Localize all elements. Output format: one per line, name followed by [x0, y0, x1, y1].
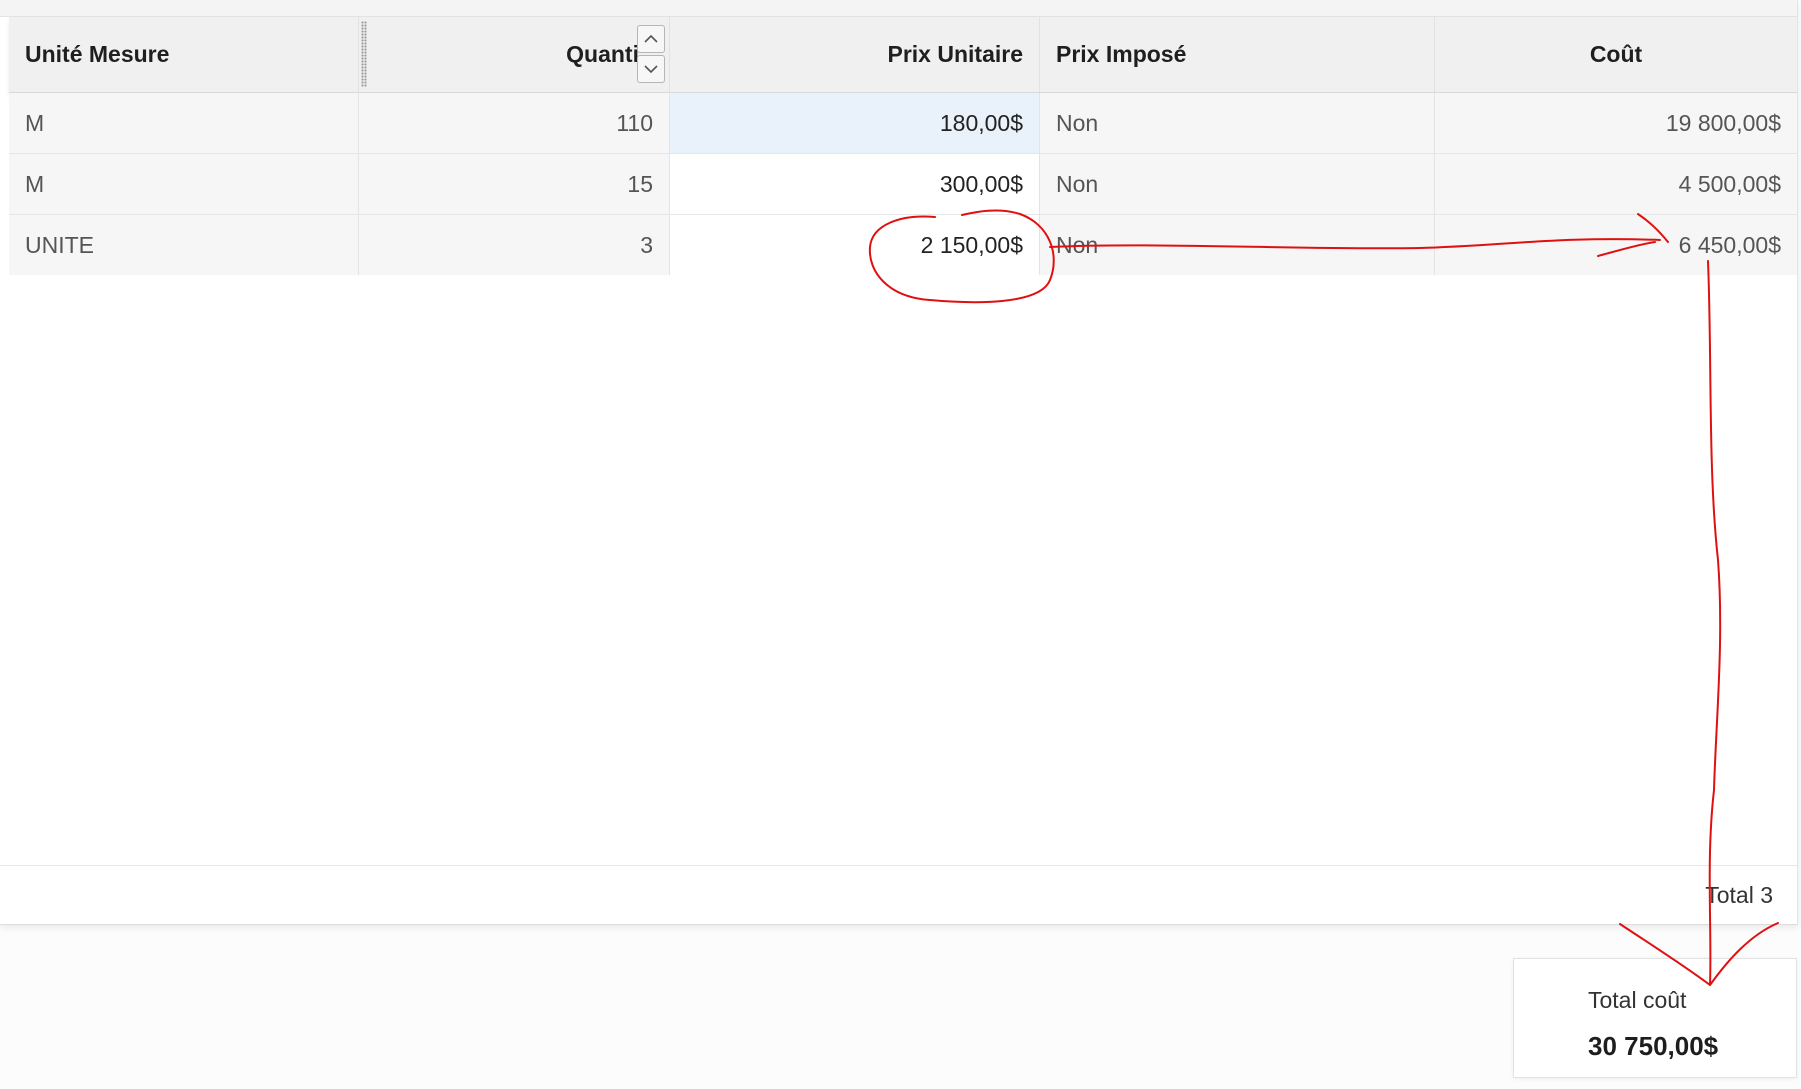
column-header-label: Quanti [566, 41, 639, 67]
grid-top-strip [0, 0, 1797, 17]
column-header-label: Unité Mesure [25, 41, 170, 67]
sort-ascending-button[interactable] [637, 25, 665, 53]
cell-unit-price[interactable]: 2 150,00$ [670, 215, 1040, 275]
grid-footer: Total 3 [0, 865, 1797, 924]
grid-body: M 110 180,00$ Non 19 800,00$ M 15 300,00… [9, 93, 1797, 276]
cell-cost[interactable]: 4 500,00$ [1435, 154, 1797, 214]
row-count-label: Total 3 [1705, 881, 1773, 908]
column-header-label: Prix Imposé [1056, 41, 1187, 67]
data-grid: Unité Mesure Quanti Prix Unitaire Prix I… [0, 0, 1798, 925]
column-header-unit[interactable]: Unité Mesure [9, 17, 359, 92]
column-header-label: Coût [1589, 41, 1643, 67]
cell-unit-price[interactable]: 180,00$ [670, 93, 1040, 153]
cell-cost[interactable]: 19 800,00$ [1435, 93, 1797, 153]
sort-descending-button[interactable] [637, 55, 665, 83]
cell-imposed-price[interactable]: Non [1040, 154, 1435, 214]
cell-unit[interactable]: M [9, 154, 359, 214]
column-header-label: Prix Unitaire [887, 41, 1024, 67]
column-header-unit-price[interactable]: Prix Unitaire [670, 17, 1040, 92]
column-header-quantity[interactable]: Quanti [359, 17, 670, 92]
cell-imposed-price[interactable]: Non [1040, 215, 1435, 275]
table-row[interactable]: M 15 300,00$ Non 4 500,00$ [9, 154, 1797, 215]
chevron-down-icon [644, 65, 658, 74]
table-row[interactable]: M 110 180,00$ Non 19 800,00$ [9, 93, 1797, 154]
grid-empty-area [0, 275, 1797, 865]
cell-quantity[interactable]: 15 [359, 154, 670, 214]
cell-unit-price[interactable]: 300,00$ [670, 154, 1040, 214]
grid-header: Unité Mesure Quanti Prix Unitaire Prix I… [9, 17, 1797, 93]
cell-unit[interactable]: M [9, 93, 359, 153]
total-cost-card: Total coût 30 750,00$ [1513, 958, 1797, 1078]
total-cost-label: Total coût [1588, 987, 1687, 1013]
column-resize-handle[interactable] [361, 21, 367, 87]
cell-quantity[interactable]: 110 [359, 93, 670, 153]
total-cost-value: 30 750,00$ [1588, 1031, 1719, 1061]
chevron-up-icon [644, 34, 658, 43]
column-header-imposed-price[interactable]: Prix Imposé [1040, 17, 1435, 92]
table-row[interactable]: UNITE 3 2 150,00$ Non 6 450,00$ [9, 215, 1797, 276]
cell-imposed-price[interactable]: Non [1040, 93, 1435, 153]
column-header-cost[interactable]: Coût [1435, 17, 1797, 92]
cell-cost[interactable]: 6 450,00$ [1435, 215, 1797, 275]
page: Unité Mesure Quanti Prix Unitaire Prix I… [0, 0, 1801, 1089]
sort-stepper[interactable] [637, 25, 665, 83]
cell-unit[interactable]: UNITE [9, 215, 359, 275]
cell-quantity[interactable]: 3 [359, 215, 670, 275]
